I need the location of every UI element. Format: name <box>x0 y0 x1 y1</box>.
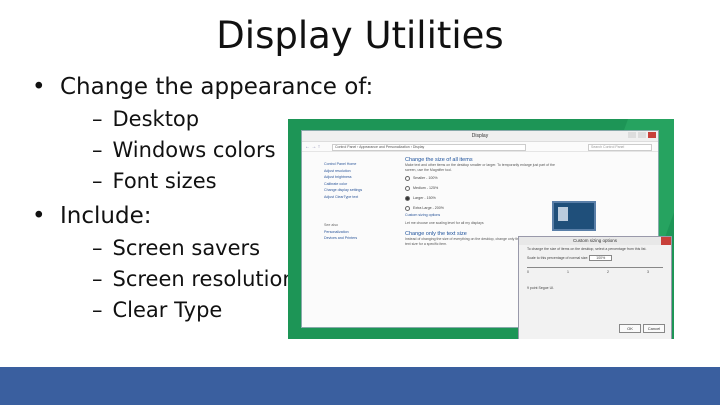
minimize-icon[interactable] <box>628 132 636 138</box>
scale-row: Scale to this percentage of normal size:… <box>519 254 671 263</box>
search-input[interactable]: Search Control Panel <box>588 144 652 151</box>
dialog-title: Custom sizing options <box>519 237 671 245</box>
size-option[interactable]: Larger - 150% <box>405 193 665 203</box>
dialog-text: To change the size of items on the deskt… <box>527 247 647 251</box>
window-title: Display <box>471 133 489 139</box>
size-option[interactable]: Smaller - 100% <box>405 173 665 183</box>
address-bar: ← → ↑ Control Panel › Appearance and Per… <box>302 142 658 152</box>
display-preview-icon <box>552 201 596 231</box>
display-window: Display ← → ↑ Control Panel › Appearance… <box>301 130 672 339</box>
address-path[interactable]: Control Panel › Appearance and Personali… <box>332 144 526 151</box>
description-2: Instead of changing the size of everythi… <box>405 237 521 246</box>
ok-button[interactable]: OK <box>619 324 641 333</box>
bullet-1: Change the appearance of: <box>28 70 373 104</box>
cancel-button[interactable]: Cancel <box>643 324 665 333</box>
content-pane: Change the size of all items Make text a… <box>405 157 665 247</box>
sample-text: 9 point Segoe UI. <box>527 286 555 290</box>
close-icon[interactable] <box>648 132 656 138</box>
window-titlebar: Display <box>302 131 658 142</box>
scale-select[interactable]: 100% <box>589 255 613 261</box>
left-nav: Control Panel Home Adjust resolution Adj… <box>324 161 394 242</box>
ruler[interactable]: 0 1 2 3 <box>527 267 663 280</box>
slide-title: Display Utilities <box>216 14 504 57</box>
nav-arrows-icon[interactable]: ← → ↑ <box>305 144 320 150</box>
scaling-checkbox[interactable]: Let me choose one scaling level for all … <box>405 221 665 226</box>
maximize-icon[interactable] <box>638 132 646 138</box>
display-settings-screenshot: Display ← → ↑ Control Panel › Appearance… <box>288 119 674 339</box>
custom-sizing-dialog: Custom sizing options To change the size… <box>518 236 672 339</box>
custom-sizing-link[interactable]: Custom sizing options <box>405 213 665 217</box>
size-option[interactable]: Medium - 125% <box>405 183 665 193</box>
footer-bar <box>0 367 720 405</box>
nav-link[interactable]: Devices and Printers <box>324 235 394 242</box>
close-icon[interactable] <box>661 237 671 245</box>
description: Make text and other items on the desktop… <box>405 163 555 172</box>
size-option[interactable]: Extra Large - 200% <box>405 203 665 213</box>
